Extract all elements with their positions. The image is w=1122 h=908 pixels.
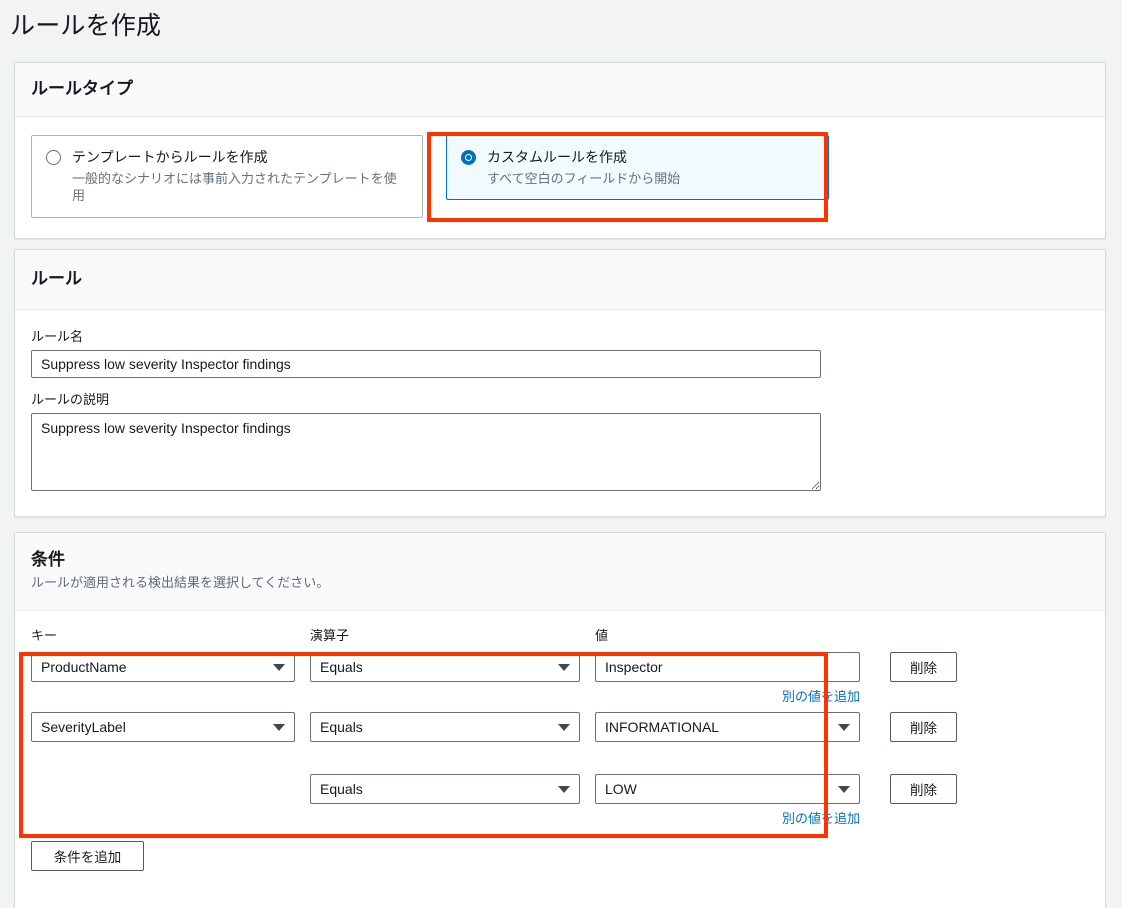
condition-operator-cell: Equals (310, 712, 580, 742)
delete-condition-button[interactable]: 削除 (890, 774, 957, 804)
conditions-card-header: 条件 ルールが適用される検出結果を選択してください。 (15, 533, 1105, 611)
condition-value-text: LOW (605, 781, 637, 797)
rule-type-option-custom[interactable]: カスタムルールを作成 すべて空白のフィールドから開始 (446, 135, 829, 201)
chevron-down-icon (558, 664, 570, 671)
conditions-heading: 条件 (31, 550, 65, 569)
conditions-card: 条件 ルールが適用される検出結果を選択してください。 キー 演算子 値 Prod… (14, 532, 1106, 908)
condition-value-input[interactable] (595, 652, 860, 682)
condition-value-select[interactable]: INFORMATIONAL (595, 712, 860, 742)
condition-key-cell: SeverityLabel (31, 712, 295, 742)
column-header-value: 値 (595, 628, 609, 643)
conditions-card-body: キー 演算子 値 ProductName Equals Inspector 別の… (15, 611, 1105, 908)
condition-key-select[interactable]: SeverityLabel (31, 712, 295, 742)
condition-key-value: ProductName (41, 659, 127, 675)
chevron-down-icon (273, 664, 285, 671)
condition-delete-cell: 削除 (890, 774, 966, 804)
rule-type-option-custom-description: すべて空白のフィールドから開始 (487, 170, 681, 186)
field-spacer (31, 378, 1089, 389)
condition-value-cell: LOW 別の値を追加 (595, 774, 860, 827)
chevron-down-icon (838, 786, 850, 793)
delete-condition-button[interactable]: 削除 (890, 712, 957, 742)
delete-condition-button[interactable]: 削除 (890, 652, 957, 682)
radio-checked-icon[interactable] (461, 150, 476, 165)
rule-description-label: ルールの説明 (31, 392, 110, 407)
condition-operator-select[interactable]: Equals (310, 774, 580, 804)
condition-operator-value: Equals (320, 719, 363, 735)
radio-unchecked-icon[interactable] (46, 150, 61, 165)
condition-value-select[interactable]: LOW (595, 774, 860, 804)
condition-operator-select[interactable]: Equals (310, 652, 580, 682)
rule-type-option-template-label: テンプレートからルールを作成 (72, 149, 268, 165)
page-title: ルールを作成 (10, 12, 162, 40)
add-another-value-link[interactable]: 別の値を追加 (595, 686, 860, 705)
column-header-operator: 演算子 (310, 628, 350, 643)
rule-type-options: テンプレートからルールを作成 一般的なシナリオには事前入力されたテンプレートを使… (31, 135, 1089, 218)
condition-value-cell: 別の値を追加 (595, 652, 860, 705)
chevron-down-icon (558, 786, 570, 793)
condition-row: Equals LOW 別の値を追加 削除 (31, 774, 1089, 827)
rule-description-textarea[interactable]: Suppress low severity Inspector findings (31, 413, 821, 491)
chevron-down-icon (558, 724, 570, 731)
create-rule-page: ルールを作成 ルールタイプ テンプレートからルールを作成 一般的なシナリオには事… (0, 0, 1122, 908)
chevron-down-icon (273, 724, 285, 731)
condition-key-cell: ProductName (31, 652, 295, 682)
condition-value-cell: INFORMATIONAL (595, 712, 860, 742)
rule-name-label: ルール名 (31, 329, 84, 344)
add-condition-button[interactable]: 条件を追加 (31, 841, 144, 871)
rule-type-option-template[interactable]: テンプレートからルールを作成 一般的なシナリオには事前入力されたテンプレートを使… (31, 135, 423, 218)
conditions-subheading: ルールが適用される検出結果を選択してください。 (31, 575, 330, 590)
chevron-down-icon (838, 724, 850, 731)
conditions-column-headers: キー 演算子 値 (31, 625, 1089, 644)
rule-type-heading: ルールタイプ (31, 79, 133, 98)
rule-card-body: ルール名 ルールの説明 Suppress low severity Inspec… (15, 310, 1105, 516)
condition-operator-cell: Equals (310, 774, 580, 804)
condition-operator-select[interactable]: Equals (310, 712, 580, 742)
rule-type-card-header: ルールタイプ (15, 63, 1105, 117)
rule-name-input[interactable] (31, 350, 821, 378)
rule-type-card-body: テンプレートからルールを作成 一般的なシナリオには事前入力されたテンプレートを使… (15, 117, 1105, 238)
condition-delete-cell: 削除 (890, 712, 966, 742)
rule-type-option-custom-label: カスタムルールを作成 (487, 149, 627, 165)
add-another-value-link[interactable]: 別の値を追加 (595, 808, 860, 827)
condition-operator-value: Equals (320, 781, 363, 797)
condition-delete-cell: 削除 (890, 652, 966, 682)
condition-row: ProductName Equals 別の値を追加 削除 (31, 652, 1089, 705)
rule-type-card: ルールタイプ テンプレートからルールを作成 一般的なシナリオには事前入力されたテ… (14, 62, 1106, 239)
condition-key-select[interactable]: ProductName (31, 652, 295, 682)
condition-key-value: SeverityLabel (41, 719, 126, 735)
condition-operator-cell: Equals (310, 652, 580, 682)
rule-heading: ルール (31, 269, 82, 288)
rule-card: ルール ルール名 ルールの説明 Suppress low severity In… (14, 249, 1106, 517)
column-header-key: キー (31, 628, 58, 643)
add-condition-container: 条件を追加 (31, 841, 1089, 871)
rule-card-header: ルール (15, 250, 1105, 310)
condition-operator-value: Equals (320, 659, 363, 675)
condition-row: SeverityLabel Equals INFORMATIONAL 削除 (31, 712, 1089, 742)
condition-value-text: INFORMATIONAL (605, 719, 720, 735)
rule-type-option-template-description: 一般的なシナリオには事前入力されたテンプレートを使用 (72, 170, 397, 204)
